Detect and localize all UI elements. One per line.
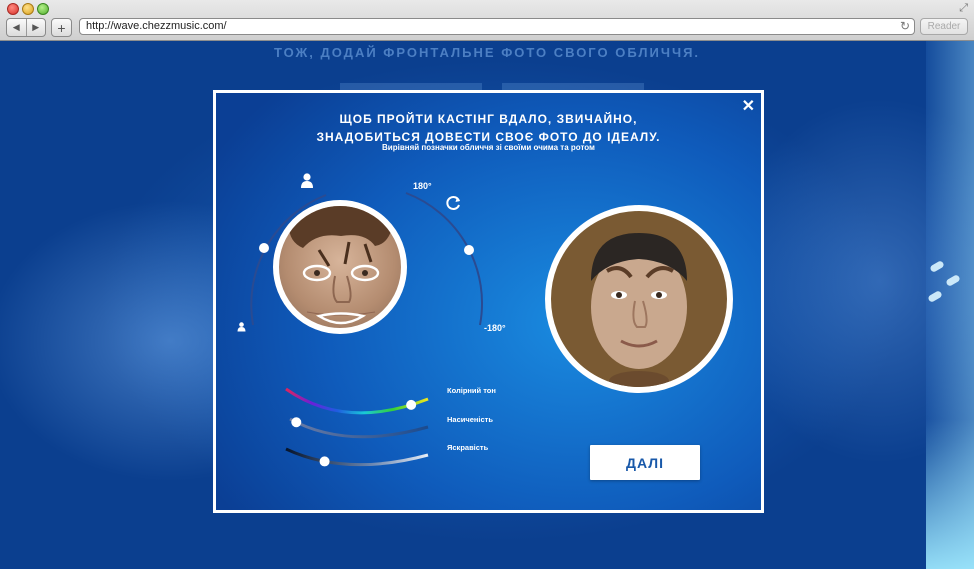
saturation-slider-label: Насиченість — [447, 415, 493, 424]
water-splash-glow — [926, 419, 974, 569]
history-nav: ◀ ▶ — [6, 18, 46, 37]
hue-slider-track[interactable] — [285, 387, 429, 415]
close-window-button[interactable] — [7, 3, 19, 15]
preview-photo — [545, 205, 733, 393]
brightness-slider-label: Яскравість — [447, 443, 489, 452]
fullscreen-icon[interactable]: ⤢ — [959, 2, 968, 15]
photo-editor-modal: ✕ ЩОБ ПРОЙТИ КАСТІНГ ВДАЛО, ЗВИЧАЙНО, ЗН… — [213, 90, 764, 513]
saturation-slider-track[interactable] — [289, 417, 429, 439]
browser-toolbar: ⤢ ◀ ▶ + http://wave.chezzmusic.com/ ↻ Re… — [0, 0, 974, 41]
saturation-slider-knob[interactable] — [291, 417, 302, 428]
minimize-window-button[interactable] — [22, 3, 34, 15]
forward-button[interactable]: ▶ — [25, 19, 46, 36]
brightness-slider-knob[interactable] — [319, 456, 330, 467]
reload-icon[interactable]: ↻ — [900, 19, 910, 34]
next-button[interactable]: ДАЛІ — [590, 445, 700, 480]
page-heading: ТОЖ, ДОДАЙ ФРОНТАЛЬНЕ ФОТО СВОГО ОБЛИЧЧЯ… — [273, 45, 701, 60]
hue-slider-knob[interactable] — [406, 399, 417, 410]
preview-face-illustration — [591, 233, 687, 387]
brightness-slider-track[interactable] — [285, 447, 429, 467]
back-button[interactable]: ◀ — [7, 19, 26, 36]
zoom-window-button[interactable] — [37, 3, 49, 15]
hue-slider-label: Колірний тон — [447, 386, 496, 395]
reader-button[interactable]: Reader — [920, 18, 968, 35]
url-text: http://wave.chezzmusic.com/ — [86, 20, 227, 32]
add-bookmark-button[interactable]: + — [51, 18, 72, 37]
address-bar[interactable]: http://wave.chezzmusic.com/ ↻ — [79, 18, 915, 35]
